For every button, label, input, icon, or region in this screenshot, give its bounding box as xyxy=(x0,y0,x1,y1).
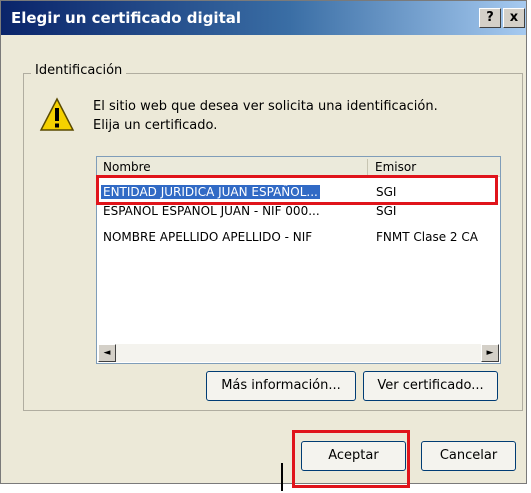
list-header: Nombre Emisor xyxy=(97,157,500,177)
cert-issuer: FNMT Clase 2 CA xyxy=(376,230,478,244)
list-item[interactable]: NOMBRE APELLIDO APELLIDO - NIF FNMT Clas… xyxy=(99,228,498,247)
certificate-dialog: Elegir un certificado digital ? x Identi… xyxy=(0,0,527,484)
scroll-right-icon[interactable]: ► xyxy=(481,344,499,362)
title-bar: Elegir un certificado digital ? x xyxy=(1,1,526,35)
horizontal-scrollbar[interactable]: ◄ ► xyxy=(98,344,499,362)
dialog-title: Elegir un certificado digital xyxy=(11,9,242,27)
cursor-mark xyxy=(281,463,283,491)
close-button[interactable]: x xyxy=(503,8,525,28)
cert-name: ESPAÑOL ESPAÑOL JUAN - NIF 000... xyxy=(103,204,320,218)
cert-name: NOMBRE APELLIDO APELLIDO - NIF xyxy=(103,230,313,244)
view-certificate-button[interactable]: Ver certificado... xyxy=(363,371,498,401)
more-info-button[interactable]: Más información... xyxy=(206,371,356,401)
prompt-line-1: El sitio web que desea ver solicita una … xyxy=(93,99,438,114)
accept-button-highlight xyxy=(292,430,410,488)
groupbox-label: Identificación xyxy=(31,63,127,78)
column-header-name[interactable]: Nombre xyxy=(103,160,151,174)
selected-row-highlight xyxy=(96,175,498,205)
scroll-left-icon[interactable]: ◄ xyxy=(98,344,116,362)
column-header-issuer[interactable]: Emisor xyxy=(375,160,416,174)
prompt-message: El sitio web que desea ver solicita una … xyxy=(93,97,438,135)
help-button[interactable]: ? xyxy=(479,8,501,28)
column-separator[interactable] xyxy=(367,159,368,175)
cert-issuer: SGI xyxy=(376,204,397,218)
cancel-button[interactable]: Cancelar xyxy=(421,441,516,471)
prompt-line-2: Elija un certificado. xyxy=(93,118,218,133)
warning-icon xyxy=(39,97,75,131)
